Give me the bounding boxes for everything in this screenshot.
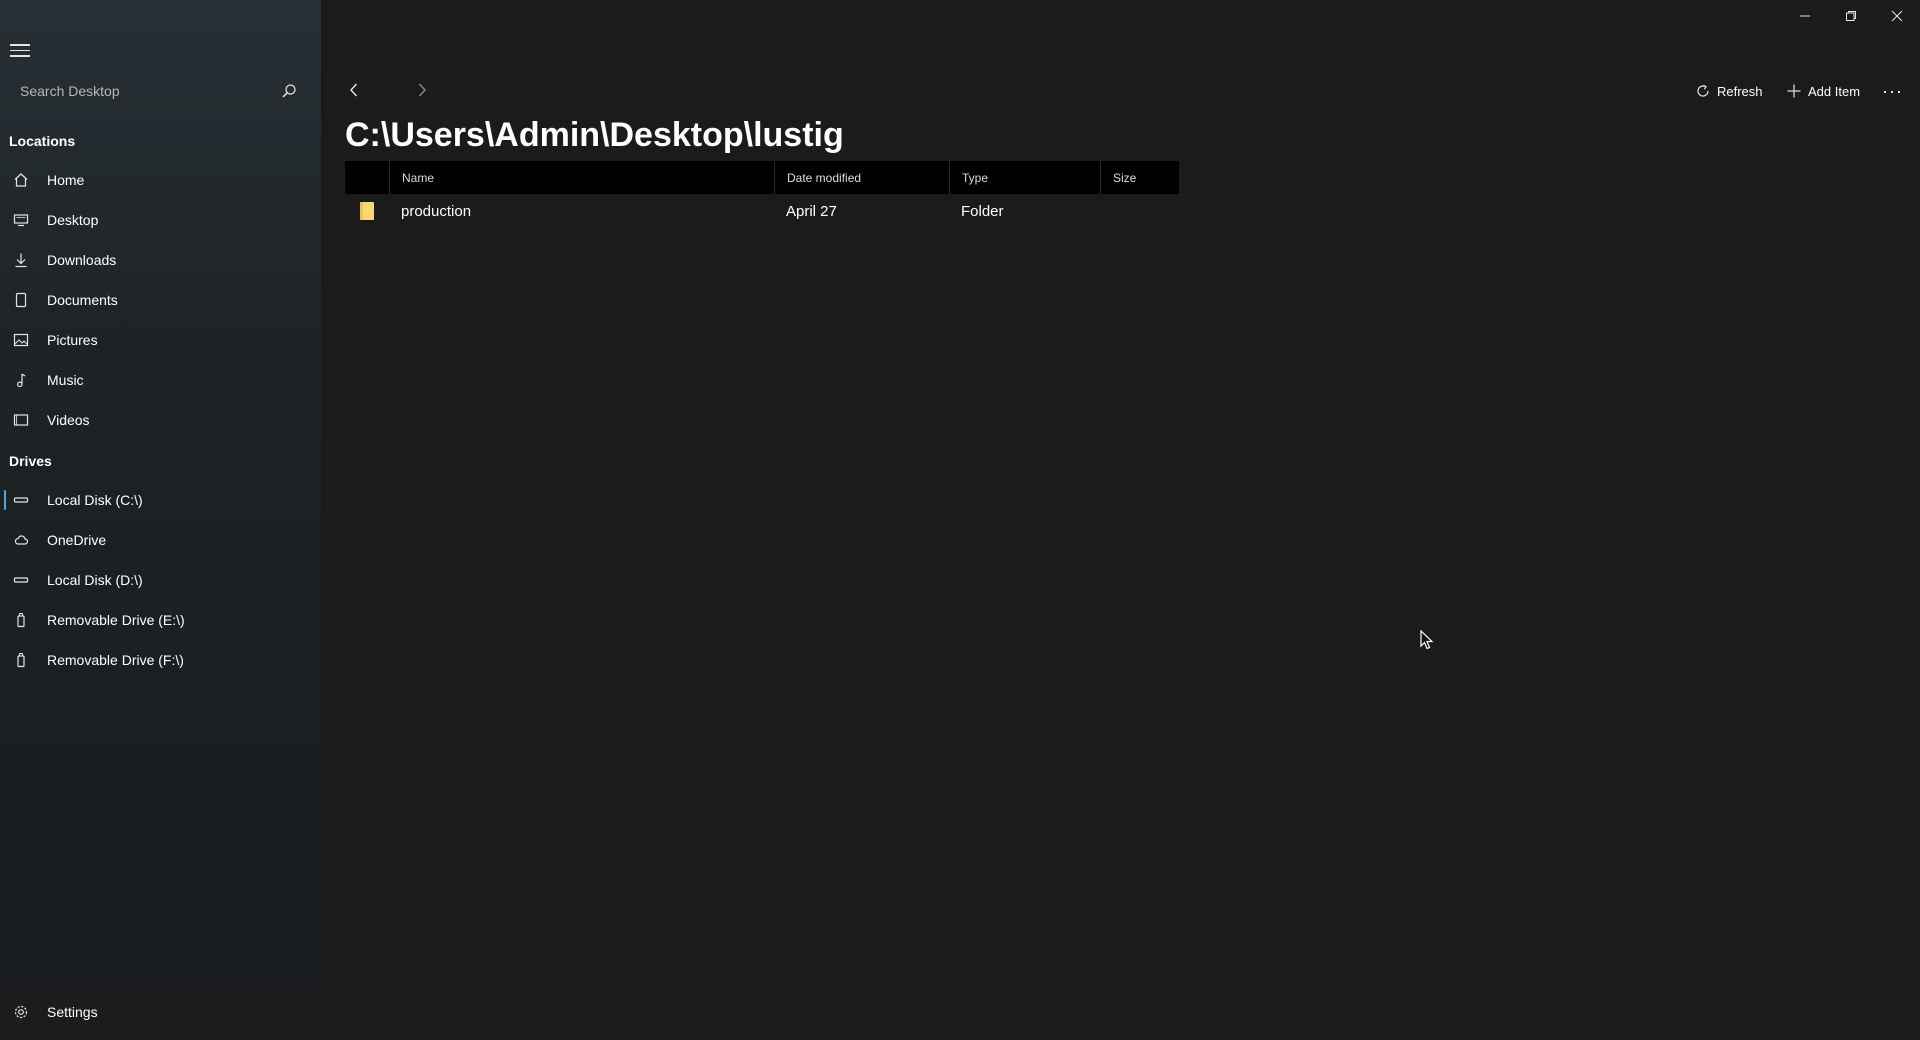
window-controls bbox=[1782, 0, 1920, 32]
row-type: Folder bbox=[961, 202, 1004, 220]
minimize-button[interactable] bbox=[1782, 0, 1828, 32]
sidebar-item-removable-f[interactable]: Removable Drive (F:\) bbox=[0, 642, 321, 678]
sidebar-item-label: OneDrive bbox=[47, 532, 107, 548]
sidebar-item-label: Removable Drive (F:\) bbox=[47, 652, 184, 668]
hamburger-menu-icon[interactable] bbox=[10, 44, 30, 58]
document-icon bbox=[10, 289, 32, 311]
settings-label: Settings bbox=[47, 1004, 98, 1020]
sidebar-item-label: Removable Drive (E:\) bbox=[47, 612, 185, 628]
sidebar-item-videos[interactable]: Videos bbox=[0, 402, 321, 438]
sidebar-item-pictures[interactable]: Pictures bbox=[0, 322, 321, 358]
gear-icon bbox=[10, 1001, 32, 1023]
sidebar-item-label: Local Disk (C:\) bbox=[47, 492, 143, 508]
restore-button[interactable] bbox=[1828, 0, 1874, 32]
sidebar-item-label: Music bbox=[47, 372, 84, 388]
sidebar-item-downloads[interactable]: Downloads bbox=[0, 242, 321, 278]
refresh-icon bbox=[1697, 84, 1709, 97]
sidebar-item-onedrive[interactable]: OneDrive bbox=[0, 522, 321, 558]
sidebar-item-local-disk-d[interactable]: Local Disk (D:\) bbox=[0, 562, 321, 598]
row-name: production bbox=[401, 202, 472, 220]
folder-icon bbox=[345, 201, 389, 221]
sidebar-item-music[interactable]: Music bbox=[0, 362, 321, 398]
forward-button[interactable] bbox=[412, 80, 432, 100]
sidebar-item-desktop[interactable]: Desktop bbox=[0, 202, 321, 238]
table-row[interactable]: production April 27 Folder bbox=[345, 196, 1179, 226]
more-options-button[interactable]: ··· bbox=[1882, 78, 1903, 104]
sidebar-item-local-disk-c[interactable]: Local Disk (C:\) bbox=[0, 482, 321, 518]
current-path-title: C:\Users\Admin\Desktop\lustig bbox=[345, 116, 844, 154]
chevron-right-icon bbox=[418, 83, 426, 97]
drives-title: Drives bbox=[9, 453, 52, 469]
cloud-icon bbox=[10, 529, 32, 551]
drive-icon bbox=[10, 489, 32, 511]
row-date-modified: April 27 bbox=[786, 202, 837, 220]
refresh-label: Refresh bbox=[1717, 83, 1763, 99]
search-icon[interactable] bbox=[280, 82, 298, 100]
sidebar-item-label: Pictures bbox=[47, 332, 98, 348]
plus-icon bbox=[1787, 84, 1801, 98]
sidebar-item-label: Home bbox=[47, 172, 85, 188]
refresh-button[interactable]: Refresh bbox=[1695, 78, 1763, 104]
search-input[interactable] bbox=[8, 78, 304, 104]
mouse-cursor-icon bbox=[1420, 629, 1434, 655]
sidebar-item-label: Desktop bbox=[47, 212, 99, 228]
download-icon bbox=[10, 249, 32, 271]
column-header-type[interactable]: Type bbox=[949, 161, 1100, 194]
close-icon bbox=[1891, 10, 1903, 22]
search-box bbox=[8, 78, 304, 104]
column-header-name[interactable]: Name bbox=[389, 161, 774, 194]
add-item-label: Add Item bbox=[1808, 83, 1861, 99]
back-button[interactable] bbox=[344, 80, 364, 100]
usb-drive-icon bbox=[10, 609, 32, 631]
video-icon bbox=[10, 409, 32, 431]
usb-drive-icon bbox=[10, 649, 32, 671]
more-options-icon: ··· bbox=[1882, 80, 1903, 101]
column-header-size[interactable]: Size bbox=[1100, 161, 1179, 194]
locations-title: Locations bbox=[9, 133, 76, 149]
desktop-icon bbox=[10, 209, 32, 231]
main-content: Refresh Add Item ··· C:\Users\Admin\Desk… bbox=[321, 0, 1920, 1040]
header-icon-column bbox=[345, 161, 389, 194]
column-header-date-modified[interactable]: Date modified bbox=[774, 161, 949, 194]
close-button[interactable] bbox=[1874, 0, 1920, 32]
home-icon bbox=[10, 169, 32, 191]
sidebar-item-label: Documents bbox=[47, 292, 118, 308]
sidebar-item-documents[interactable]: Documents bbox=[0, 282, 321, 318]
sidebar-item-label: Videos bbox=[47, 412, 90, 428]
sidebar-item-removable-e[interactable]: Removable Drive (E:\) bbox=[0, 602, 321, 638]
drive-icon bbox=[10, 569, 32, 591]
settings-button[interactable]: Settings bbox=[0, 994, 321, 1030]
sidebar-item-label: Local Disk (D:\) bbox=[47, 572, 143, 588]
sidebar: Locations Home Desktop Downloads Documen… bbox=[0, 0, 321, 1040]
minimize-icon bbox=[1800, 15, 1810, 17]
picture-icon bbox=[10, 329, 32, 351]
file-explorer-window: Locations Home Desktop Downloads Documen… bbox=[0, 0, 1920, 1040]
sidebar-item-home[interactable]: Home bbox=[0, 162, 321, 198]
chevron-left-icon bbox=[350, 83, 358, 97]
sidebar-item-label: Downloads bbox=[47, 252, 117, 268]
add-item-button[interactable]: Add Item bbox=[1786, 78, 1860, 104]
restore-icon bbox=[1846, 11, 1856, 21]
music-icon bbox=[10, 369, 32, 391]
table-header: Name Date modified Type Size bbox=[345, 161, 1179, 194]
